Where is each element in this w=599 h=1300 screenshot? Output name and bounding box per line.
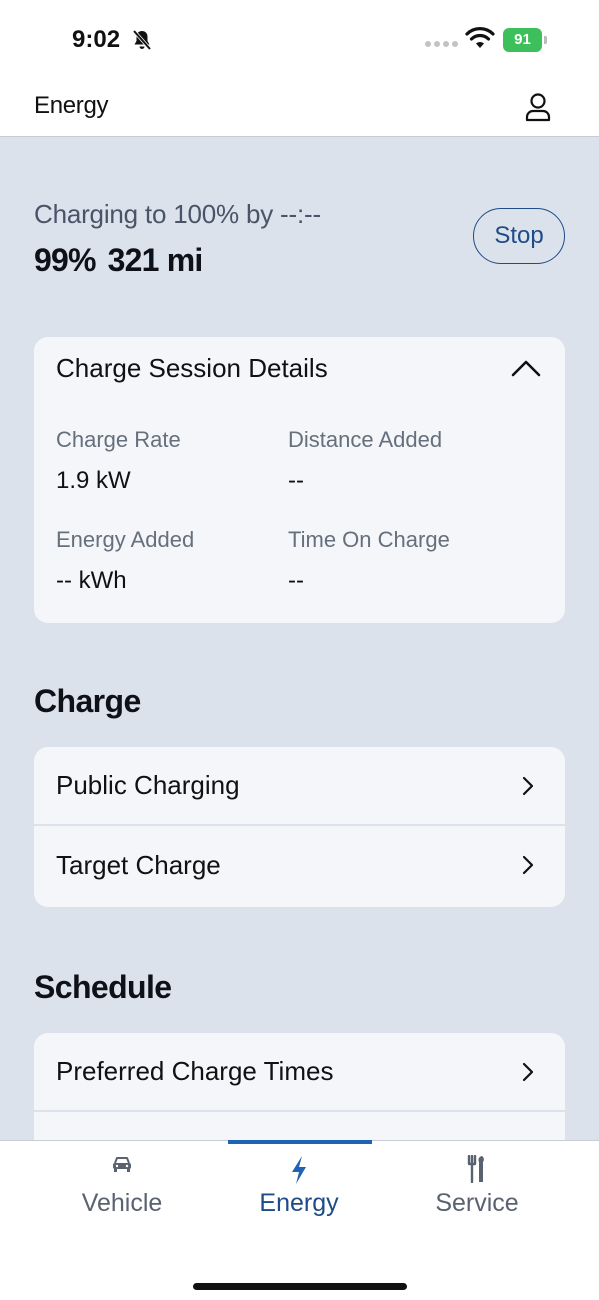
status-time: 9:02	[72, 26, 121, 53]
home-indicator[interactable]	[193, 1283, 407, 1290]
list-item-schedule-next[interactable]	[34, 1112, 565, 1140]
tab-bar: Vehicle Energy Service	[0, 1140, 599, 1300]
tab-service[interactable]: Service	[402, 1141, 552, 1241]
list-item-target-charge[interactable]: Target Charge	[34, 826, 565, 905]
charge-list: Public Charging Target Charge	[34, 747, 565, 907]
status-bar: 9:02 91	[0, 0, 599, 80]
main-content[interactable]: Charging to 100% by --:-- 99% 321 mi Stop…	[0, 137, 599, 1140]
tab-label: Service	[435, 1189, 519, 1217]
stat-distance-added: Distance Added --	[288, 427, 442, 495]
schedule-list: Preferred Charge Times	[34, 1033, 565, 1140]
stop-button[interactable]: Stop	[473, 208, 565, 264]
charge-range: 321 mi	[107, 242, 204, 278]
list-item-public-charging[interactable]: Public Charging	[34, 747, 565, 826]
charge-percent: 99%	[34, 242, 96, 278]
person-icon[interactable]	[524, 92, 552, 122]
card-title: Charge Session Details	[56, 353, 328, 383]
list-item-label: Target Charge	[56, 850, 221, 880]
chevron-right-icon	[522, 855, 534, 875]
tools-icon	[467, 1155, 484, 1183]
battery-level: 91	[503, 28, 542, 52]
stat-value: --	[288, 467, 304, 494]
list-item-label: Public Charging	[56, 770, 240, 800]
stat-energy-added: Energy Added -- kWh	[56, 527, 194, 595]
tab-energy[interactable]: Energy	[224, 1141, 374, 1241]
charge-session-card: Charge Session Details Charge Rate 1.9 k…	[34, 337, 565, 623]
stat-label: Energy Added	[56, 527, 195, 552]
stat-value: --	[288, 567, 304, 594]
lightning-bolt-icon	[292, 1156, 306, 1184]
stat-label: Time On Charge	[288, 527, 450, 552]
stat-value: 1.9 kW	[56, 467, 131, 494]
tab-label: Energy	[259, 1189, 339, 1217]
list-item-label: Preferred Charge Times	[56, 1056, 334, 1086]
list-item-preferred-charge-times[interactable]: Preferred Charge Times	[34, 1033, 565, 1112]
stat-charge-rate: Charge Rate 1.9 kW	[56, 427, 181, 495]
section-title-schedule: Schedule	[34, 969, 172, 1005]
bell-slash-icon	[132, 29, 152, 51]
charge-status: Charging to 100% by --:-- 99% 321 mi	[34, 199, 321, 279]
chevron-right-icon	[522, 776, 534, 796]
stat-time-on-charge: Time On Charge --	[288, 527, 450, 595]
stat-value: -- kWh	[56, 567, 127, 594]
wifi-icon	[465, 27, 495, 48]
chevron-up-icon[interactable]	[509, 357, 543, 379]
battery-charging-icon: 91	[503, 28, 547, 52]
tab-vehicle[interactable]: Vehicle	[47, 1141, 197, 1241]
page-title: Energy	[34, 92, 109, 119]
section-title-charge: Charge	[34, 683, 141, 719]
charging-target-text: Charging to 100% by --:--	[34, 199, 321, 229]
stat-label: Distance Added	[288, 427, 443, 452]
chevron-right-icon	[522, 1062, 534, 1082]
charge-level-row: 99% 321 mi	[34, 242, 321, 279]
signal-dots-icon	[425, 41, 458, 47]
tab-label: Vehicle	[81, 1189, 163, 1217]
app-header: Energy	[0, 80, 599, 137]
stat-label: Charge Rate	[56, 427, 181, 452]
car-icon	[113, 1157, 131, 1172]
